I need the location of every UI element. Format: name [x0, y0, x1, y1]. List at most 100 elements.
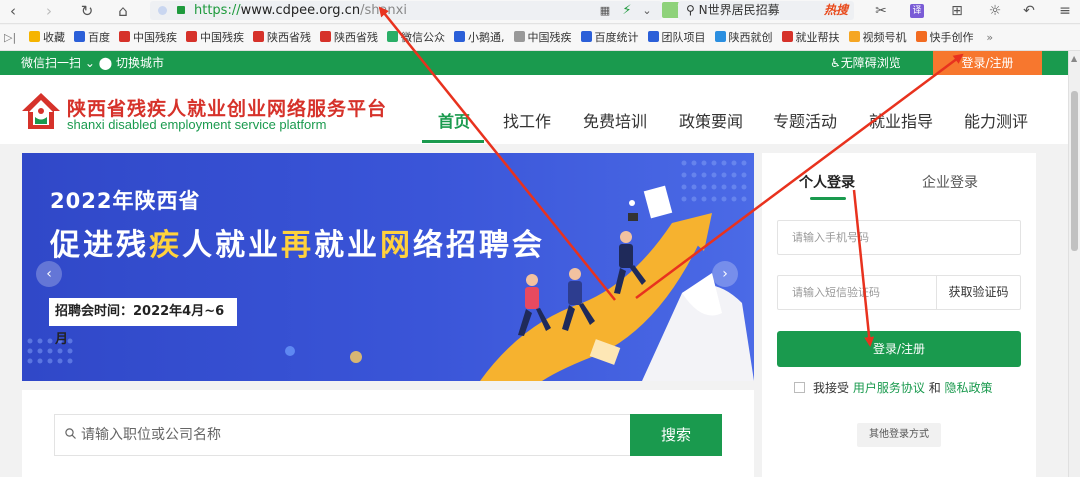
privacy-policy-link[interactable]: 隐私政策 — [945, 381, 993, 395]
home-icon[interactable]: ⌂ — [114, 1, 132, 21]
accessibility-link[interactable]: ♿无障碍浏览 — [830, 51, 901, 75]
banner-next-button[interactable]: › — [712, 261, 738, 287]
page-scrollbar[interactable]: ▲ — [1068, 51, 1080, 477]
banner-prev-button[interactable]: ‹ — [36, 261, 62, 287]
bookmark-favicon-icon — [915, 31, 927, 42]
banner-headline: 促进残疾人就业再就业网络招聘会 — [50, 228, 545, 263]
reload-icon[interactable]: ↻ — [78, 1, 96, 21]
more-bookmarks-icon[interactable]: » — [986, 25, 993, 50]
phone-field[interactable] — [777, 220, 1021, 255]
site-subtitle: shanxi disabled employment service platf… — [67, 117, 327, 132]
scissors-icon[interactable]: ✂ — [872, 1, 890, 21]
browser-search[interactable]: ⚲ N世界居民招募 热搜 — [678, 1, 854, 20]
bookmark-label: 中国残疾 — [133, 31, 177, 44]
other-login-methods-button[interactable]: 其他登录方式 — [857, 423, 941, 447]
menu-icon[interactable]: ≡ — [1056, 1, 1074, 21]
scrollbar-thumb[interactable] — [1071, 91, 1078, 251]
bookmark-item[interactable]: 陕西就创 — [714, 25, 773, 50]
nav-ability-test[interactable]: 能力测评 — [964, 108, 1028, 132]
tab-personal-login[interactable]: 个人登录 — [799, 172, 855, 192]
switch-city-link[interactable]: 切换城市 — [116, 56, 164, 70]
tab-company-login[interactable]: 企业登录 — [922, 172, 978, 192]
job-search-button[interactable]: 搜索 — [630, 414, 722, 456]
bookmark-label: 百度 — [88, 31, 110, 44]
sms-code-input[interactable] — [778, 276, 938, 309]
bookmark-item[interactable]: 中国残疾 — [513, 25, 572, 50]
nav-home[interactable]: 首页 — [438, 108, 470, 132]
bookmark-item[interactable]: 微信公众 — [387, 25, 445, 50]
bookmark-label: 陕西就创 — [728, 31, 773, 44]
hero-banner[interactable]: 2022年陕西省 促进残疾人就业再就业网络招聘会 招聘会时间：2022年4月~6… — [22, 153, 754, 381]
sms-code-field[interactable]: 获取验证码 — [777, 275, 1021, 310]
phone-input[interactable] — [778, 221, 1020, 254]
topbar-left: 微信扫一扫 ⌄ ⬤ 切换城市 — [21, 51, 164, 75]
bookmark-label: 陕西省残 — [267, 31, 311, 44]
sidebar-toggle-icon[interactable]: ▷| — [4, 25, 16, 50]
nav-career-guidance[interactable]: 就业指导 — [869, 108, 933, 132]
bookmark-item[interactable]: 陕西省残 — [253, 25, 311, 50]
bookmark-favicon-icon — [781, 31, 793, 42]
bookmark-favicon-icon — [454, 31, 465, 42]
bookmark-label: 快手创作 — [929, 31, 974, 44]
nav-policy-news[interactable]: 政策要闻 — [679, 108, 743, 132]
bookmark-favicon-icon — [74, 31, 85, 42]
wechat-scan-link[interactable]: 微信扫一扫 — [21, 56, 81, 70]
bookmark-label: 中国残疾 — [527, 31, 572, 44]
brightness-icon[interactable]: ☼ — [986, 1, 1004, 21]
bookmark-label: 团队项目 — [661, 31, 706, 44]
job-search-input[interactable] — [55, 415, 631, 455]
translate-icon[interactable]: 译 — [910, 4, 924, 18]
login-submit-button[interactable]: 登录/注册 — [777, 331, 1021, 367]
bookmark-item[interactable]: 百度统计 — [580, 25, 639, 50]
bookmark-favicon-icon — [253, 31, 264, 42]
login-tab-indicator — [810, 197, 846, 200]
apps-icon[interactable]: ⊞ — [948, 1, 966, 21]
address-bar[interactable]: https://www.cdpee.org.cn/shanxi 7张大图 — [150, 1, 732, 20]
bookmark-label: 微信公众 — [401, 31, 445, 44]
bookmark-label: 百度统计 — [594, 31, 639, 44]
url-text: https://www.cdpee.org.cn/shanxi — [194, 3, 407, 18]
search-icon — [65, 428, 76, 439]
nav-special-events[interactable]: 专题活动 — [773, 108, 837, 132]
job-search-panel: 搜索 — [22, 390, 754, 477]
back-icon[interactable]: ‹ — [6, 1, 20, 21]
bookmark-item[interactable]: 陕西省残 — [320, 25, 378, 50]
bookmark-favicon-icon — [29, 31, 40, 42]
bookmark-item[interactable]: 收藏 — [29, 25, 65, 50]
bookmark-item[interactable]: 中国残疾 — [186, 25, 244, 50]
bookmark-label: 收藏 — [43, 31, 65, 44]
bookmark-item[interactable]: 就业帮扶 — [781, 25, 840, 50]
bookmark-item[interactable]: 视频号机 — [848, 25, 907, 50]
bookmark-favicon-icon — [513, 31, 525, 42]
get-code-button[interactable]: 获取验证码 — [936, 276, 1020, 309]
grid-icon[interactable]: ▦ — [598, 1, 612, 21]
bookmark-item[interactable]: 团队项目 — [647, 25, 706, 50]
bookmark-item[interactable]: 快手创作 — [915, 25, 974, 50]
hot-search-label[interactable]: 热搜 — [824, 1, 848, 20]
nav-active-indicator — [422, 140, 484, 143]
bookmark-favicon-icon — [647, 31, 659, 42]
undo-icon[interactable]: ↶ — [1020, 1, 1038, 21]
bookmark-favicon-icon — [320, 31, 331, 42]
chevron-down-icon[interactable]: ⌄ — [640, 1, 654, 21]
job-search-field[interactable] — [54, 414, 632, 456]
nav-free-training[interactable]: 免费培训 — [583, 108, 647, 132]
bookmark-label: 就业帮扶 — [795, 31, 840, 44]
search-icon: ⚲ — [686, 3, 699, 17]
bookmarks-bar: ▷| 收藏 百度 中国残疾 中国残疾 陕西省残 陕西省残 微信公众 小鹅通, 中国残疾 百度统计 团… — [0, 25, 1080, 51]
lightning-icon[interactable]: ⚡ — [620, 1, 634, 21]
agree-checkbox[interactable] — [794, 382, 805, 393]
site-info-icon[interactable] — [158, 6, 167, 15]
bookmark-item[interactable]: 中国残疾 — [119, 25, 177, 50]
scroll-up-icon[interactable]: ▲ — [1071, 54, 1077, 63]
agree-prefix: 我接受 — [813, 381, 850, 395]
nav-find-job[interactable]: 找工作 — [503, 108, 551, 132]
site-topbar: 微信扫一扫 ⌄ ⬤ 切换城市 ♿无障碍浏览 登录/注册 — [0, 51, 1068, 75]
user-agreement-link[interactable]: 用户服务协议 — [853, 381, 925, 395]
bookmark-item[interactable]: 小鹅通, — [454, 25, 505, 50]
forward-icon[interactable]: › — [42, 1, 56, 21]
bookmark-favicon-icon — [119, 31, 130, 42]
bookmark-item[interactable]: 百度 — [74, 25, 110, 50]
site-logo-icon[interactable] — [20, 91, 62, 131]
top-login-button[interactable]: 登录/注册 — [933, 51, 1042, 75]
